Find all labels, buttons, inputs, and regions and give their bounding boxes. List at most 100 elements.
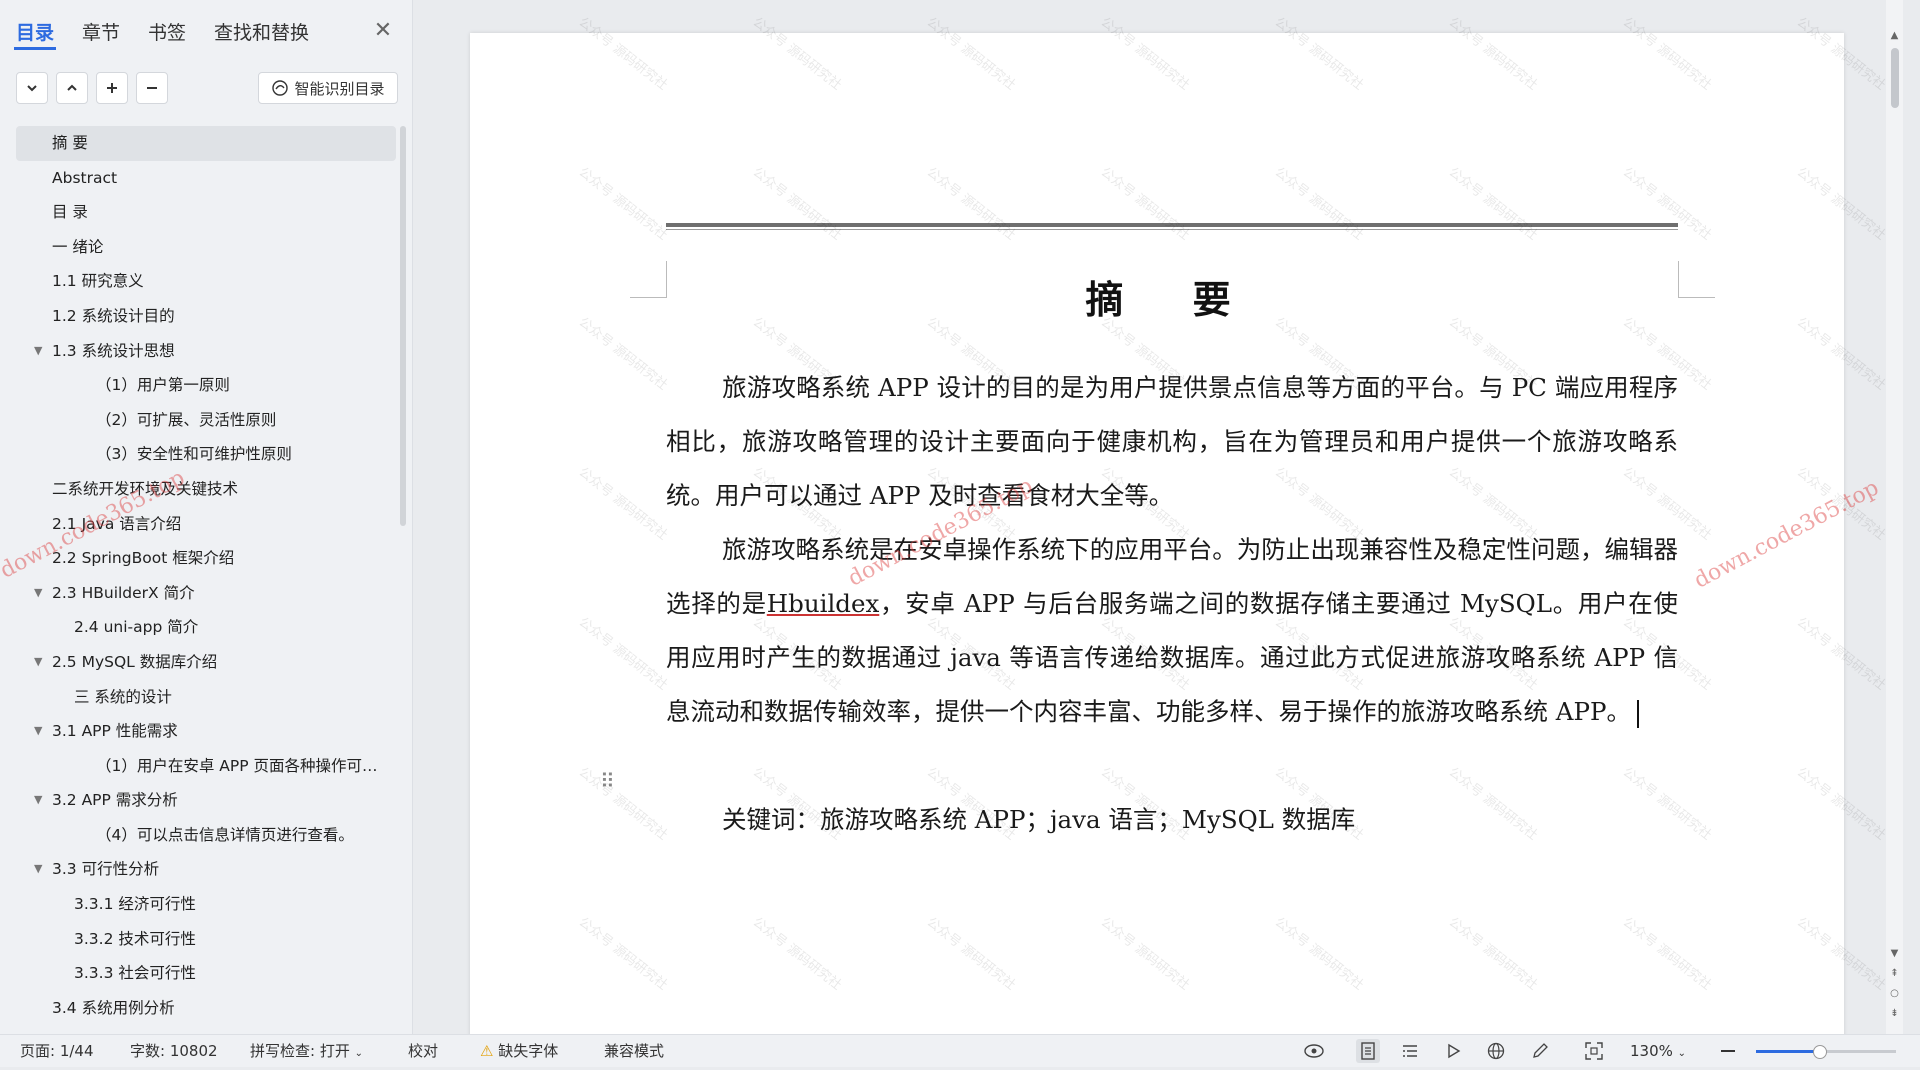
scrollbar-thumb[interactable] bbox=[1891, 48, 1899, 108]
outline-view-icon[interactable] bbox=[1398, 1039, 1422, 1063]
spell-check-toggle[interactable]: 拼写检查: 打开 ⌄ bbox=[250, 1035, 363, 1067]
toc-item[interactable]: ▼ 1.3 系统设计思想 bbox=[16, 334, 396, 369]
toc-item[interactable]: 3.3.2 技术可行性 bbox=[16, 922, 396, 957]
toc-item-label: 3.3.1 经济可行性 bbox=[74, 895, 196, 914]
toc-item[interactable]: （1）用户在安卓 APP 页面各种操作可及… bbox=[16, 749, 396, 784]
eye-icon[interactable] bbox=[1302, 1039, 1326, 1063]
watermark-text: 公众号 源码研究社 bbox=[575, 764, 671, 844]
paragraph-2: 旅游攻略系统是在安卓操作系统下的应用平台。为防止出现兼容性及稳定性问题，编辑器选… bbox=[666, 535, 1679, 728]
toc-item-label: 2.2 SpringBoot 框架介绍 bbox=[52, 549, 235, 568]
proofread-button[interactable]: 校对 bbox=[408, 1035, 438, 1067]
toc-item[interactable]: 一 绪论 bbox=[16, 230, 396, 265]
toc-item-label: 二系统开发环境及关键技术 bbox=[52, 479, 239, 498]
remove-heading-icon[interactable] bbox=[136, 72, 168, 104]
add-heading-icon[interactable] bbox=[96, 72, 128, 104]
keywords-paragraph: 关键词：旅游攻略系统 APP；java 语言；MySQL 数据库 bbox=[722, 805, 1356, 834]
caret-down-icon[interactable]: ▼ bbox=[34, 783, 42, 818]
zoom-level[interactable]: 130% ⌄ bbox=[1630, 1035, 1686, 1067]
caret-down-icon[interactable]: ▼ bbox=[34, 714, 42, 749]
toc-item[interactable]: 三 系统的设计 bbox=[16, 680, 396, 715]
toc-item[interactable]: ▼ 2.3 HBuilderX 简介 bbox=[16, 576, 396, 611]
watermark-text: 公众号 源码研究社 bbox=[923, 914, 1019, 994]
close-icon[interactable]: ✕ bbox=[368, 16, 398, 46]
caret-down-icon[interactable]: ▼ bbox=[34, 334, 42, 369]
toc-item[interactable]: 2.2 SpringBoot 框架介绍 bbox=[16, 541, 396, 576]
toc-item-label: （2）可扩展、灵活性原则 bbox=[96, 410, 277, 429]
toc-item-label: 2.1 Java 语言介绍 bbox=[52, 514, 182, 533]
toc-item-label: （4）可以点击信息详情页进行查看。 bbox=[96, 825, 354, 844]
toc-item[interactable]: ▼ 3.1 APP 性能需求 bbox=[16, 714, 396, 749]
smart-toc-label: 智能识别目录 bbox=[294, 79, 385, 98]
toc-item[interactable]: Abstract bbox=[16, 161, 396, 196]
zoom-out-icon[interactable] bbox=[1716, 1039, 1740, 1063]
fit-page-icon[interactable] bbox=[1582, 1039, 1606, 1063]
toc-item[interactable]: 3.4 系统用例分析 bbox=[16, 991, 396, 1026]
watermark-text: 公众号 源码研究社 bbox=[575, 614, 671, 694]
navigation-pane: 目录 章节 书签 查找和替换 ✕ 智能识别目录 摘 要 Abstract 目 录一 绪论 1… bbox=[0, 0, 413, 1034]
toc-item[interactable]: 3.3.3 社会可行性 bbox=[16, 956, 396, 991]
watermark-text: 公众号 源码研究社 bbox=[575, 464, 671, 544]
caret-down-icon[interactable]: ▼ bbox=[34, 645, 42, 680]
underlined-word: Hbuildex bbox=[766, 589, 880, 618]
nav-tab-3[interactable]: 查找和替换 bbox=[212, 16, 311, 50]
toc-item[interactable]: 摘 要 bbox=[16, 126, 396, 161]
text-caret bbox=[1636, 699, 1639, 728]
expand-icon[interactable] bbox=[16, 72, 48, 104]
chevron-down-icon: ⌄ bbox=[354, 1048, 363, 1059]
toc-item[interactable]: 1.1 研究意义 bbox=[16, 264, 396, 299]
watermark-text: 公众号 源码研究社 bbox=[749, 14, 845, 94]
toc-item[interactable]: 1.2 系统设计目的 bbox=[16, 299, 396, 334]
toc-item[interactable]: （4）可以点击信息详情页进行查看。 bbox=[16, 818, 396, 853]
scroll-up-icon[interactable]: ▲ bbox=[1888, 30, 1901, 41]
nav-scrollbar[interactable] bbox=[400, 126, 406, 526]
toc-item[interactable]: 2.1 Java 语言介绍 bbox=[16, 507, 396, 542]
smart-toc-button[interactable]: 智能识别目录 bbox=[258, 72, 398, 104]
watermark-text: 公众号 源码研究社 bbox=[1445, 914, 1541, 994]
next-page-icon[interactable]: ⇟ bbox=[1888, 1008, 1901, 1019]
watermark-text: 公众号 源码研究社 bbox=[1445, 164, 1541, 244]
word-count[interactable]: 字数: 10802 bbox=[130, 1035, 218, 1067]
toc-item-label: 3.1 APP 性能需求 bbox=[52, 722, 178, 741]
toc-item[interactable]: ▼ 3.2 APP 需求分析 bbox=[16, 783, 396, 818]
nav-tab-1[interactable]: 章节 bbox=[80, 16, 122, 50]
vertical-scrollbar[interactable]: ▲ ▼ ⇞ ○ ⇟ bbox=[1886, 0, 1903, 1034]
toc-item[interactable]: ▼ 2.5 MySQL 数据库介绍 bbox=[16, 645, 396, 680]
toc-item-label: （1）用户第一原则 bbox=[96, 376, 230, 395]
scroll-down-icon[interactable]: ▼ bbox=[1888, 948, 1901, 959]
watermark-text: 公众号 源码研究社 bbox=[575, 314, 671, 394]
document-title: 摘 要 bbox=[1085, 277, 1259, 322]
collapse-icon[interactable] bbox=[56, 72, 88, 104]
page-view-icon[interactable] bbox=[1356, 1039, 1380, 1063]
toc-item[interactable]: 二系统开发环境及关键技术 bbox=[16, 472, 396, 507]
page-count[interactable]: 页面: 1/44 bbox=[20, 1035, 94, 1067]
toc-item-label: 三 系统的设计 bbox=[74, 687, 172, 706]
compat-mode: 兼容模式 bbox=[604, 1042, 665, 1060]
nav-tab-2[interactable]: 书签 bbox=[146, 16, 188, 50]
toc-list: 摘 要 Abstract 目 录一 绪论 1.1 研究意义 1.2 系统设计目的 ▼ 1.3… bbox=[16, 126, 396, 1030]
toc-item-label: 目 录 bbox=[52, 203, 88, 222]
zoom-slider[interactable] bbox=[1756, 1045, 1896, 1059]
zoom-slider-fill bbox=[1756, 1050, 1819, 1053]
caret-down-icon[interactable]: ▼ bbox=[34, 576, 42, 611]
toc-item[interactable]: 3.3.1 经济可行性 bbox=[16, 887, 396, 922]
toc-item[interactable]: （2）可扩展、灵活性原则 bbox=[16, 403, 396, 438]
toc-item[interactable]: 目 录 bbox=[16, 195, 396, 230]
drag-handle-icon[interactable]: ⠿ bbox=[600, 769, 616, 793]
prev-page-icon[interactable]: ⇞ bbox=[1888, 968, 1901, 979]
missing-font-button[interactable]: ⚠ 缺失字体 bbox=[480, 1035, 558, 1067]
watermark-text: 公众号 源码研究社 bbox=[1097, 164, 1193, 244]
document-page[interactable]: 摘 要 旅游攻略系统 APP 设计的目的是为用户提供景点信息等方面的平台。与 P… bbox=[470, 15, 1888, 1034]
select-browse-object-icon[interactable]: ○ bbox=[1888, 988, 1901, 999]
toc-item[interactable]: ▼ 3.3 可行性分析 bbox=[16, 852, 396, 887]
toc-item[interactable]: （1）用户第一原则 bbox=[16, 368, 396, 403]
nav-tab-0[interactable]: 目录 bbox=[14, 16, 57, 50]
toc-item[interactable]: 2.4 uni-app 简介 bbox=[16, 610, 396, 645]
toc-item-label: 2.4 uni-app 简介 bbox=[74, 618, 199, 637]
play-icon[interactable] bbox=[1442, 1039, 1466, 1063]
toc-item[interactable]: （3）安全性和可维护性原则 bbox=[16, 437, 396, 472]
chevron-down-icon: ⌄ bbox=[1677, 1048, 1687, 1059]
web-view-icon[interactable] bbox=[1484, 1039, 1508, 1063]
zoom-slider-knob[interactable] bbox=[1813, 1045, 1827, 1059]
caret-down-icon[interactable]: ▼ bbox=[34, 852, 42, 887]
pen-icon[interactable] bbox=[1528, 1039, 1552, 1063]
